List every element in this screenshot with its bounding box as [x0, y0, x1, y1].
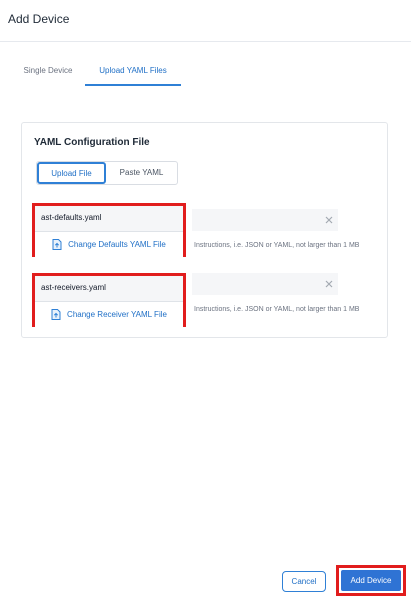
cancel-button[interactable]: Cancel: [282, 571, 326, 592]
tab-upload-yaml-files[interactable]: Upload YAML Files: [85, 56, 181, 86]
add-device-highlight: Add Device: [336, 565, 406, 596]
defaults-file-hint: Instructions, i.e. JSON or YAML, not lar…: [194, 242, 360, 249]
dialog-title: Add Device: [8, 12, 70, 26]
defaults-file-box: ast-defaults.yaml Change Defaults YAML F…: [32, 203, 186, 257]
mode-toggle: Upload File Paste YAML: [36, 161, 178, 185]
file-upload-icon: [52, 239, 62, 250]
clear-icon[interactable]: [324, 279, 334, 289]
receivers-file-field: [192, 273, 338, 295]
dialog-header: Add Device: [0, 0, 411, 42]
card-title: YAML Configuration File: [34, 137, 150, 148]
add-device-button[interactable]: Add Device: [341, 570, 401, 591]
file-upload-icon: [51, 309, 61, 320]
paste-yaml-option[interactable]: Paste YAML: [106, 162, 177, 184]
change-receiver-yaml-button[interactable]: Change Receiver YAML File: [35, 302, 183, 327]
receivers-file-name: ast-receivers.yaml: [41, 283, 106, 292]
tab-single-device[interactable]: Single Device: [12, 56, 84, 86]
receivers-file-hint: Instructions, i.e. JSON or YAML, not lar…: [194, 306, 360, 313]
upload-file-option[interactable]: Upload File: [37, 162, 107, 184]
defaults-file-field: [192, 209, 338, 231]
yaml-config-card: YAML Configuration File Upload File Past…: [21, 122, 388, 338]
receivers-file-box: ast-receivers.yaml Change Receiver YAML …: [32, 273, 186, 327]
clear-icon[interactable]: [324, 215, 334, 225]
change-receiver-label: Change Receiver YAML File: [67, 310, 167, 319]
change-defaults-label: Change Defaults YAML File: [68, 240, 166, 249]
change-defaults-yaml-button[interactable]: Change Defaults YAML File: [35, 232, 183, 257]
tab-bar: Single Device Upload YAML Files: [0, 56, 411, 86]
defaults-file-name: ast-defaults.yaml: [41, 213, 102, 222]
